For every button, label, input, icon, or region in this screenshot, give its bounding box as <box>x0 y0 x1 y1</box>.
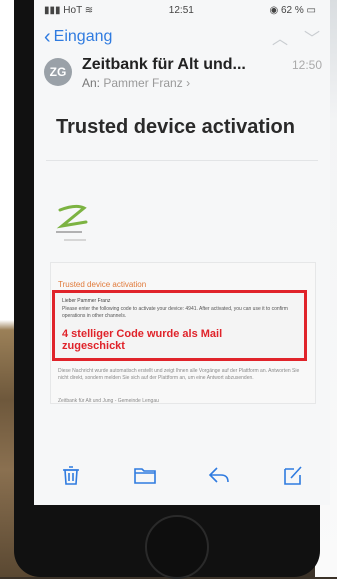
recipient-name: Pammer Franz <box>103 76 183 90</box>
home-button[interactable] <box>145 515 209 579</box>
avatar[interactable]: ZG <box>44 58 72 86</box>
battery-percent: 62 % <box>280 4 304 16</box>
sender-name[interactable]: Zeitbank für Alt und... <box>82 56 246 74</box>
chevron-down-icon[interactable]: ﹀ <box>304 25 320 49</box>
email-body-text: Please enter the following code to activ… <box>62 306 288 319</box>
status-bar: ▮▮▮ HoT ≋ 12:51 ◉ 62 % ▭ <box>34 0 330 20</box>
folder-icon[interactable] <box>132 462 158 488</box>
sender-block: Zeitbank für Alt und... 12:50 An: Pammer… <box>82 56 322 90</box>
recipient-prefix: An: <box>82 76 101 90</box>
battery-status: ◉ 62 % ▭ <box>269 5 316 16</box>
back-button[interactable]: ‹ Eingang <box>44 27 112 47</box>
back-label: Eingang <box>53 28 113 45</box>
divider <box>46 160 318 161</box>
chevron-up-icon[interactable]: ︿ <box>272 25 288 49</box>
compose-icon[interactable] <box>280 462 306 488</box>
message-header: ZG Zeitbank für Alt und... 12:50 An: Pam… <box>44 56 322 96</box>
signal-icon: ▮▮▮ <box>44 4 61 16</box>
carrier-label: ▮▮▮ HoT ≋ <box>44 5 93 16</box>
message-nav: ︿ ﹀ <box>272 25 320 49</box>
reply-icon[interactable] <box>206 462 232 488</box>
email-heading: Trusted device activation <box>58 280 147 289</box>
annotation-text: 4 stelliger Code wurde als Mail zugeschi… <box>62 328 223 352</box>
mail-screen: ▮▮▮ HoT ≋ 12:51 ◉ 62 % ▭ ‹ Eingang ︿ ﹀ Z… <box>34 0 330 505</box>
message-time: 12:50 <box>291 58 322 72</box>
wifi-icon: ≋ <box>84 4 94 16</box>
email-greeting: Lieber Pammer Franz <box>62 298 111 304</box>
email-footer: Diese Nachricht wurde automatisch erstel… <box>58 368 300 381</box>
email-signature: Zeitbank für Alt und Jung - Gemeinde Len… <box>58 398 159 404</box>
chevron-left-icon: ‹ <box>44 26 51 48</box>
carrier-text: HoT <box>63 4 83 16</box>
alarm-icon: ◉ <box>269 4 279 16</box>
chevron-right-icon: › <box>186 76 191 90</box>
recipient-line[interactable]: An: Pammer Franz › <box>82 76 322 90</box>
clock: 12:51 <box>168 4 194 16</box>
navigation-bar: ‹ Eingang ︿ ﹀ <box>34 24 330 50</box>
phone-frame: ▮▮▮ HoT ≋ 12:51 ◉ 62 % ▭ ‹ Eingang ︿ ﹀ Z… <box>14 0 330 579</box>
trash-icon[interactable] <box>58 462 84 488</box>
zeitbank-logo <box>56 204 88 241</box>
mail-toolbar <box>34 455 330 495</box>
message-subject: Trusted device activation <box>56 116 295 138</box>
battery-icon: ▭ <box>306 4 316 16</box>
sender-row: Zeitbank für Alt und... 12:50 <box>82 56 322 74</box>
